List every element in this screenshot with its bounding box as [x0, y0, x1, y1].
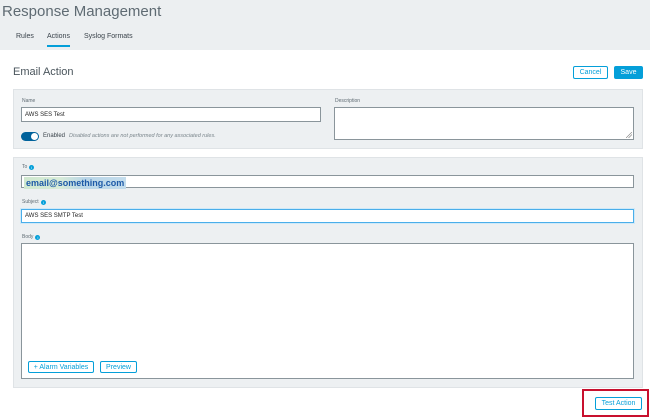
to-label: To	[22, 164, 28, 170]
description-textarea[interactable]	[334, 107, 634, 140]
tab-rules[interactable]: Rules	[16, 33, 34, 40]
cancel-button[interactable]: Cancel	[573, 66, 608, 79]
subject-value: AWS SES SMTP Test	[25, 213, 83, 219]
info-icon[interactable]: i	[35, 234, 41, 240]
body-label-row: Body i	[22, 234, 41, 240]
alarm-variables-button[interactable]: + Alarm Variables	[28, 361, 94, 373]
info-icon[interactable]: i	[29, 164, 35, 170]
name-input[interactable]: AWS SES Test	[21, 107, 321, 122]
tab-bar: Rules Actions Syslog Formats	[0, 28, 650, 50]
tab-syslog-formats[interactable]: Syslog Formats	[84, 33, 133, 40]
preview-button[interactable]: Preview	[100, 361, 137, 373]
info-icon[interactable]: i	[40, 199, 46, 205]
enabled-hint: Disabled actions are not performed for a…	[69, 133, 216, 139]
to-label-row: To i	[22, 164, 35, 170]
name-label: Name	[22, 98, 36, 104]
enabled-toggle[interactable]	[21, 132, 39, 141]
section-title: Email Action	[13, 66, 74, 78]
save-button[interactable]: Save	[614, 66, 643, 79]
resize-handle-icon[interactable]	[626, 132, 632, 138]
body-label: Body	[22, 234, 34, 240]
to-value: email@something.com	[24, 177, 127, 189]
page-title: Response Management	[2, 3, 162, 20]
toggle-knob	[31, 133, 38, 140]
subject-input[interactable]: AWS SES SMTP Test	[21, 209, 634, 223]
subject-label-row: Subject i	[22, 199, 46, 205]
subject-label: Subject	[22, 199, 39, 205]
enabled-label: Enabled	[43, 133, 66, 139]
body-textarea[interactable]	[21, 243, 634, 379]
highlight-frame	[582, 389, 649, 417]
name-value: AWS SES Test	[25, 111, 65, 118]
tab-actions[interactable]: Actions	[47, 33, 70, 47]
description-label: Description	[335, 98, 361, 104]
